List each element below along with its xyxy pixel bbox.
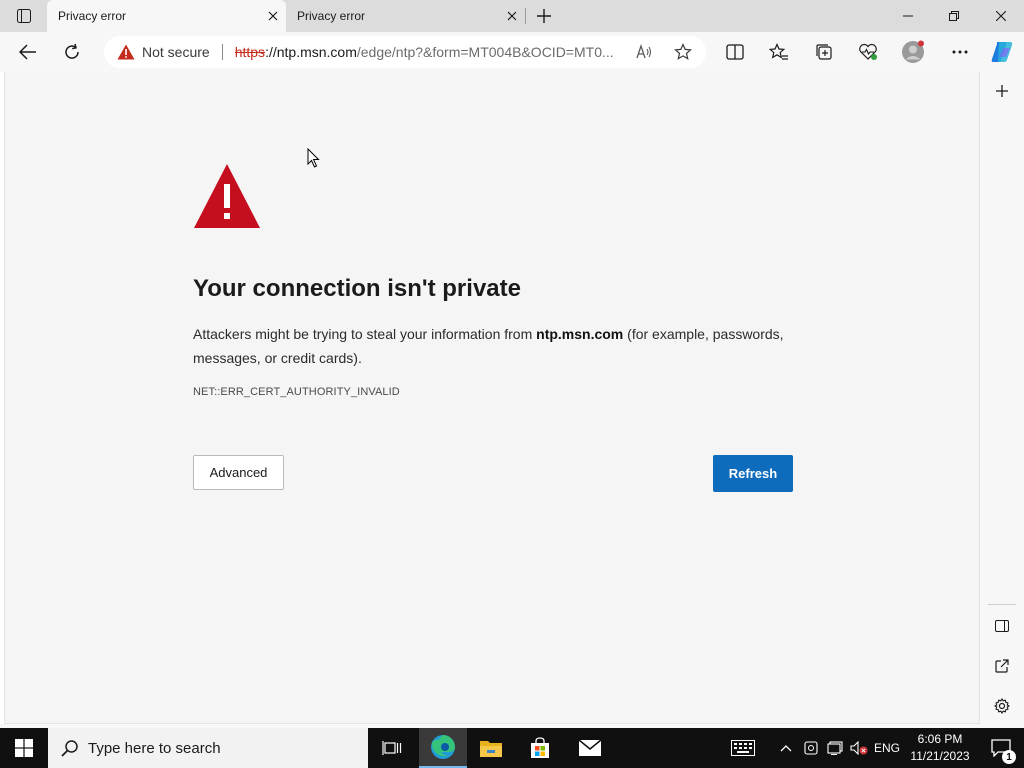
camera-icon[interactable] <box>800 728 822 768</box>
file-explorer-icon[interactable] <box>467 728 515 768</box>
warning-icon <box>194 164 260 228</box>
security-status[interactable]: Not secure <box>142 44 210 60</box>
copilot-icon[interactable] <box>986 36 1018 68</box>
read-aloud-icon[interactable] <box>632 40 656 64</box>
volume-muted-icon[interactable] <box>848 728 870 768</box>
plus-icon[interactable] <box>990 79 1014 103</box>
address-bar[interactable]: Not secure https://ntp.msn.com/edge/ntp?… <box>104 36 706 68</box>
favorite-star-icon[interactable] <box>671 40 695 64</box>
clock-date: 11/21/2023 <box>910 749 970 763</box>
sidebar-icon[interactable] <box>990 614 1014 638</box>
keyboard-icon[interactable] <box>728 728 758 768</box>
tab-actions-icon[interactable] <box>8 6 40 26</box>
system-clock[interactable]: 6:06 PM 11/21/2023 <box>904 731 976 765</box>
chevron-up-icon[interactable] <box>776 728 796 768</box>
error-description-prefix: Attackers might be trying to steal your … <box>193 326 537 342</box>
task-view-icon[interactable] <box>368 728 416 768</box>
back-icon[interactable] <box>12 36 44 68</box>
notification-icon[interactable]: 1 <box>978 728 1024 768</box>
clock-time: 6:06 PM <box>917 732 963 746</box>
tab-divider <box>525 8 526 24</box>
more-icon[interactable] <box>944 36 976 68</box>
tab-privacy-error[interactable]: Privacy error <box>286 0 525 32</box>
mail-icon[interactable] <box>566 728 614 768</box>
error-host: ntp.msn.com <box>536 326 624 342</box>
mouse-cursor-icon <box>307 148 320 168</box>
network-icon[interactable] <box>824 728 846 768</box>
language-indicator[interactable]: ENG <box>872 728 902 768</box>
notification-badge: 1 <box>1002 750 1016 764</box>
search-icon <box>60 738 80 758</box>
address-divider <box>221 44 223 60</box>
taskbar: Type here to search ENG 6:06 PM 11/21/20… <box>0 728 1024 768</box>
close-icon[interactable] <box>499 3 525 29</box>
advanced-button[interactable]: Advanced <box>193 455 284 490</box>
taskbar-search[interactable]: Type here to search <box>48 728 368 768</box>
browser-toolbar: Not secure https://ntp.msn.com/edge/ntp?… <box>0 32 1024 72</box>
browser-essentials-icon[interactable] <box>852 36 884 68</box>
settings-icon[interactable] <box>990 694 1014 718</box>
warning-icon[interactable] <box>116 42 136 62</box>
error-description: Attackers might be trying to steal your … <box>193 322 793 370</box>
plus-icon[interactable] <box>532 4 556 28</box>
restore-icon[interactable] <box>931 0 977 32</box>
close-window-icon[interactable] <box>978 0 1024 32</box>
profile-icon[interactable] <box>897 36 929 68</box>
store-icon[interactable] <box>516 728 564 768</box>
minimize-icon[interactable] <box>885 0 931 32</box>
rail-divider <box>988 604 1016 605</box>
external-link-icon[interactable] <box>990 654 1014 678</box>
refresh-button[interactable]: Refresh <box>713 455 793 492</box>
tab-title: Privacy error <box>297 9 366 23</box>
page-content: Your connection isn't private Attackers … <box>4 72 980 724</box>
edge-icon[interactable] <box>419 728 467 768</box>
tab-privacy-error-active[interactable]: Privacy error <box>47 0 286 32</box>
tab-strip: Privacy error Privacy error <box>0 0 1024 32</box>
url-text[interactable]: https://ntp.msn.com/edge/ntp?&form=MT004… <box>235 44 625 60</box>
error-code: NET::ERR_CERT_AUTHORITY_INVALID <box>193 386 400 398</box>
windows-logo-icon[interactable] <box>0 728 48 768</box>
url-path: /edge/ntp?&form=MT004B&OCID=MT0... <box>356 44 614 60</box>
search-placeholder: Type here to search <box>88 739 221 757</box>
sidebar-rail <box>980 72 1024 724</box>
tab-title: Privacy error <box>58 9 127 23</box>
split-screen-icon[interactable] <box>719 36 751 68</box>
url-scheme: https <box>234 44 266 60</box>
favorites-icon[interactable] <box>763 36 795 68</box>
refresh-icon[interactable] <box>56 36 88 68</box>
collections-icon[interactable] <box>808 36 840 68</box>
page-title: Your connection isn't private <box>193 275 521 302</box>
url-host: ://ntp.msn.com <box>265 44 357 60</box>
close-icon[interactable] <box>260 3 286 29</box>
